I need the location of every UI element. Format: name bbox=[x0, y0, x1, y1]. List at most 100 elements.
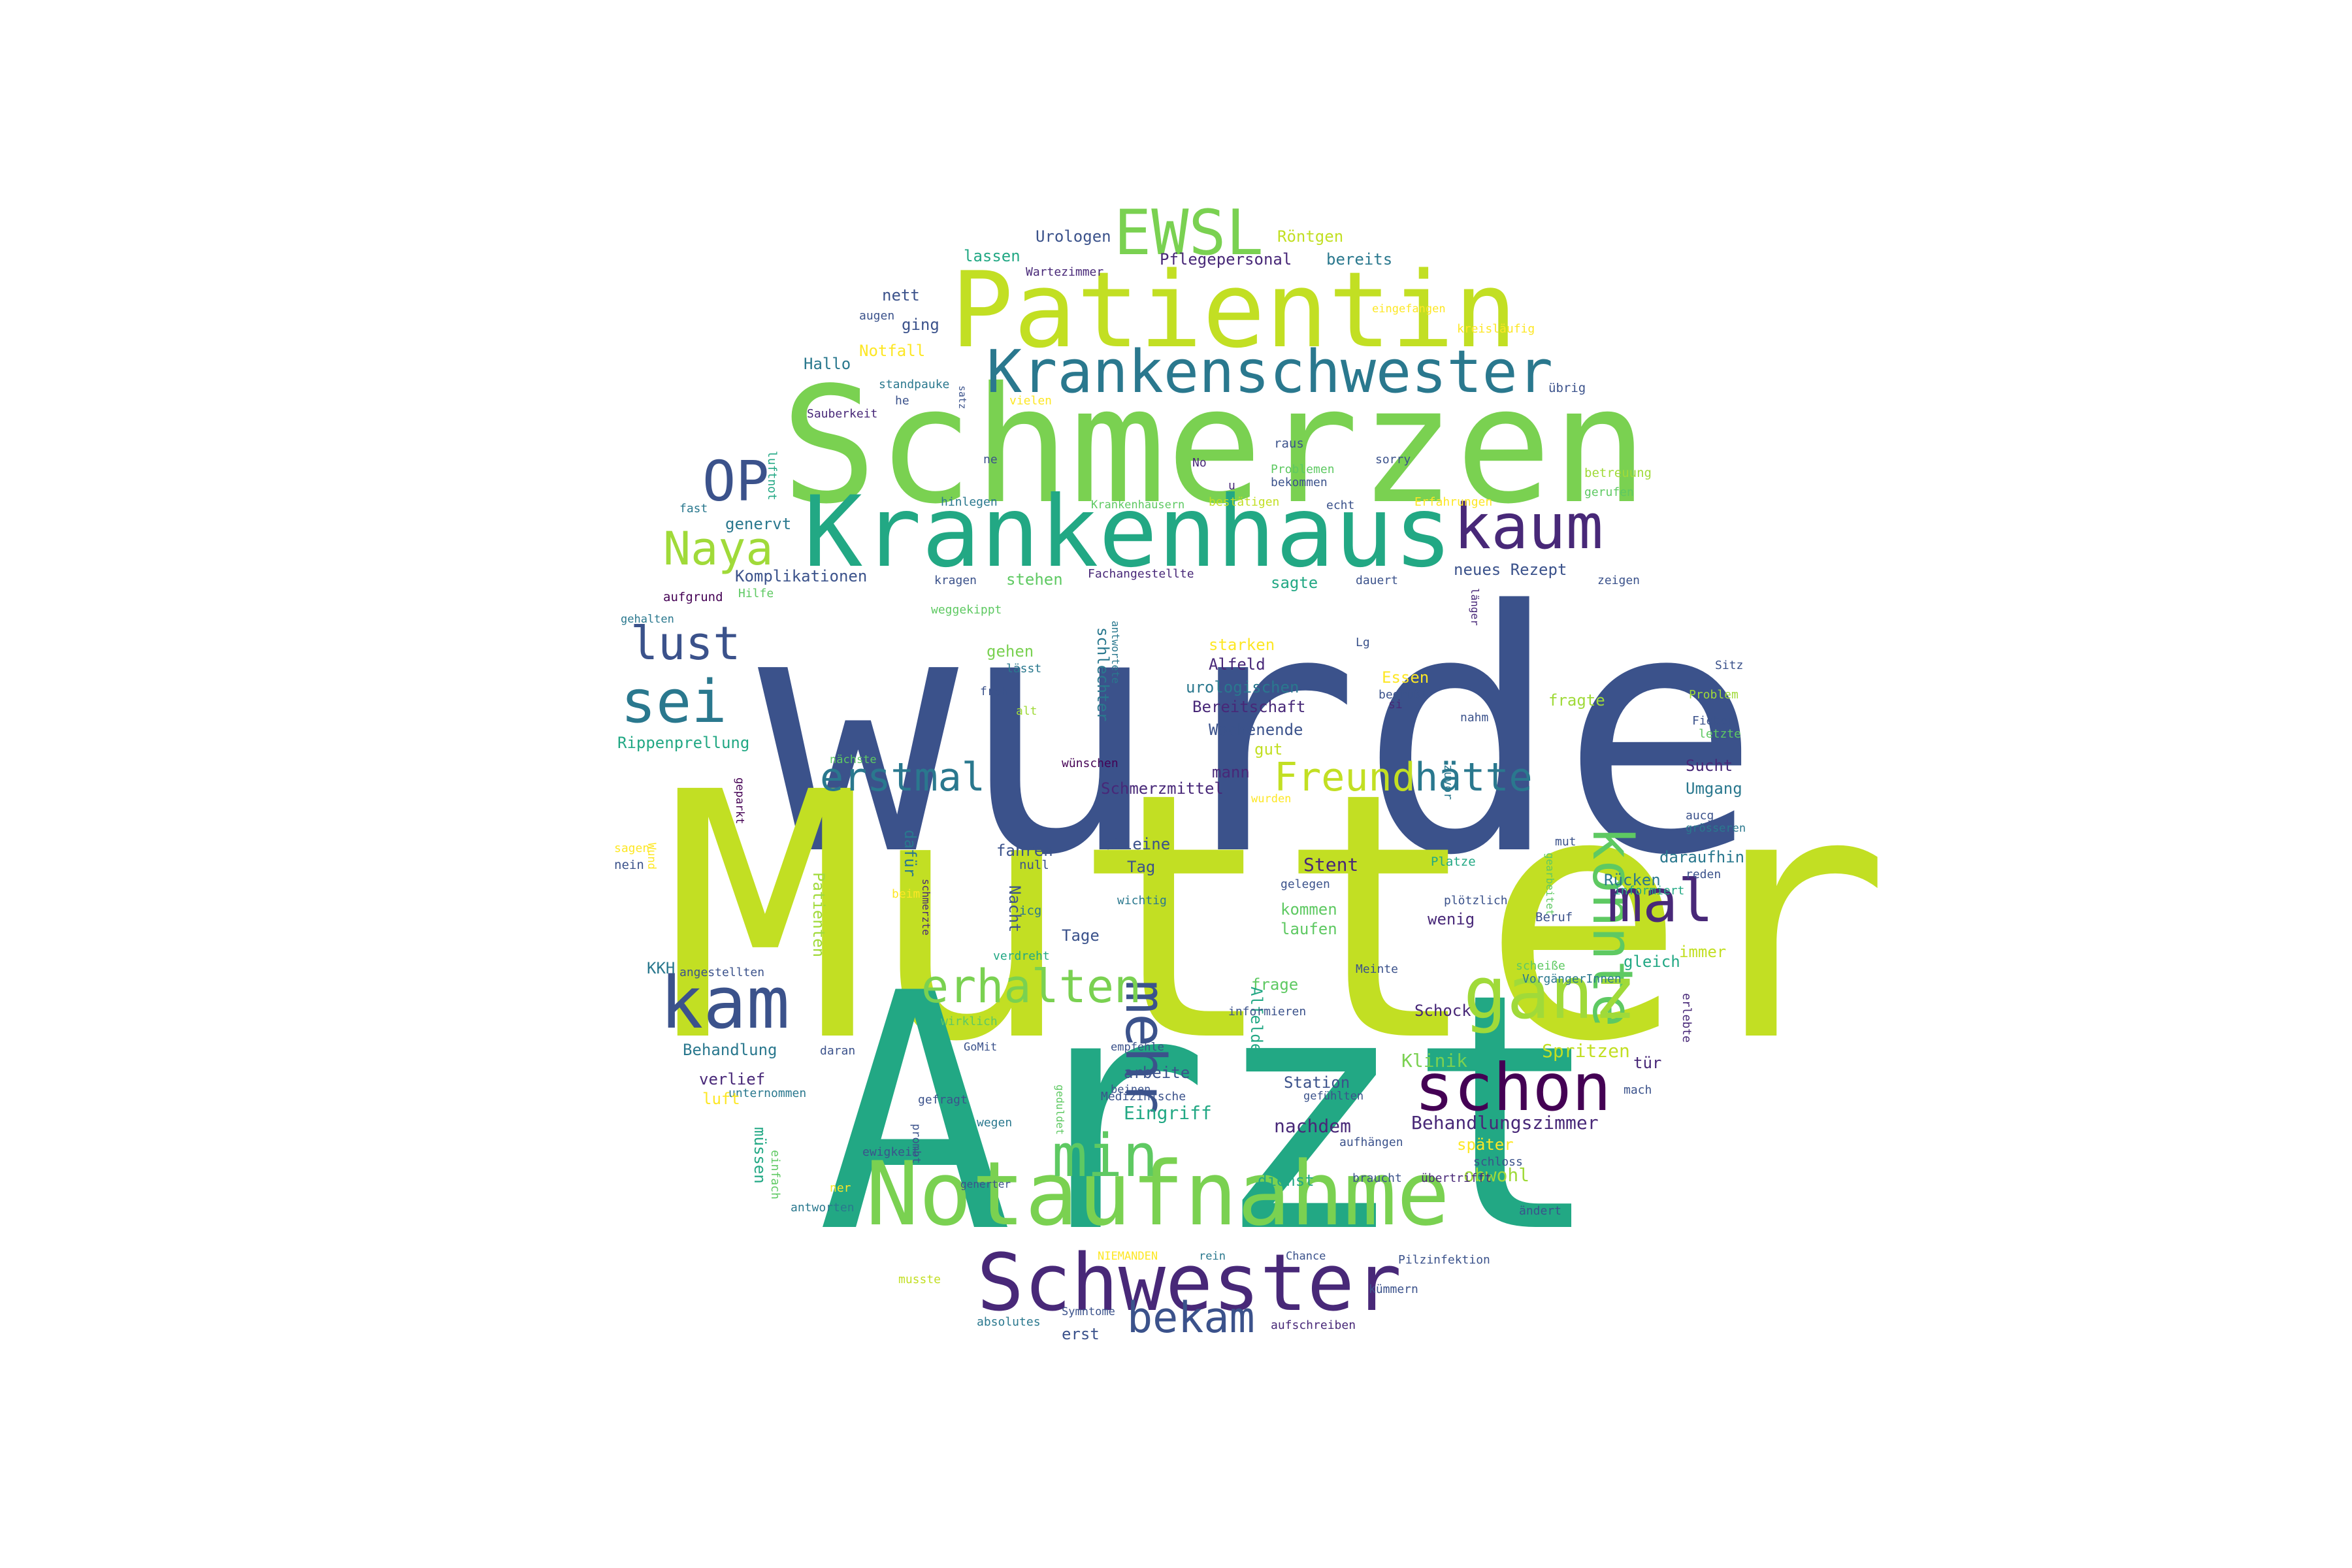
word: sorry bbox=[1375, 453, 1411, 466]
word: einfach bbox=[768, 1150, 782, 1200]
word: Fachangestellte bbox=[1088, 567, 1194, 581]
word: si bbox=[1388, 698, 1403, 711]
word: bekommen bbox=[1271, 476, 1328, 489]
word: grösseren bbox=[1686, 822, 1746, 835]
word: Sucht bbox=[1686, 757, 1733, 775]
word: weggekippt bbox=[931, 603, 1002, 617]
word: erlebte bbox=[1680, 993, 1693, 1043]
word: kreisläufig bbox=[1457, 322, 1535, 336]
word: stehen bbox=[1006, 570, 1063, 589]
word: Notfall bbox=[859, 342, 926, 360]
word: betreuung bbox=[1584, 466, 1652, 480]
word: fast bbox=[679, 502, 708, 515]
word: dauert bbox=[1356, 574, 1399, 587]
word: genervt bbox=[725, 515, 792, 533]
word: kommen bbox=[1281, 900, 1337, 919]
word: gearbeitet bbox=[1544, 853, 1556, 916]
word: he bbox=[895, 394, 909, 408]
word: luft bbox=[702, 1090, 740, 1108]
word: Tage bbox=[1062, 926, 1100, 945]
word: gut bbox=[1254, 740, 1283, 759]
word: nächste bbox=[830, 753, 877, 766]
word: wünschen bbox=[1062, 757, 1119, 770]
word: übertrifft bbox=[1421, 1171, 1492, 1185]
word: schmerzte bbox=[920, 879, 932, 936]
word: ewigkeit bbox=[862, 1145, 919, 1159]
word: Wund bbox=[645, 843, 658, 870]
word: Rippenprellung bbox=[617, 734, 750, 752]
word: ner bbox=[830, 1181, 851, 1195]
word: unternommen bbox=[728, 1086, 807, 1100]
word: Beruf bbox=[1535, 910, 1573, 924]
word: lust bbox=[630, 617, 741, 670]
word: begrüßt bbox=[1379, 688, 1428, 702]
word: Lg bbox=[1356, 636, 1370, 649]
word: dafür bbox=[901, 830, 919, 877]
word: Schock bbox=[1414, 1002, 1471, 1020]
word: empfehle bbox=[1111, 1041, 1164, 1054]
word: antworten bbox=[791, 1201, 855, 1215]
word: bereits bbox=[1326, 250, 1393, 269]
word: Sitz bbox=[1715, 659, 1744, 672]
word: Chance bbox=[1286, 1250, 1326, 1263]
word: länger bbox=[1469, 588, 1481, 626]
word: aufschreiben bbox=[1271, 1318, 1356, 1332]
word: u bbox=[1228, 479, 1235, 493]
word: Sauberkeit bbox=[807, 407, 878, 421]
word: beim bbox=[892, 887, 921, 901]
word: augen bbox=[859, 309, 895, 323]
word: ändert bbox=[1519, 1204, 1562, 1218]
word: letzte bbox=[1699, 727, 1742, 741]
word: Hilfe bbox=[738, 587, 774, 600]
word-cloud: wurde Mutter Arzt Schmerzen Krankenhaus Patie… bbox=[0, 0, 2352, 1568]
word: scheiße bbox=[1516, 959, 1565, 973]
word: urologischen bbox=[1186, 678, 1299, 696]
word: schlechter bbox=[1094, 627, 1112, 722]
word: rein bbox=[1199, 1250, 1226, 1263]
word: raus bbox=[1274, 436, 1304, 451]
word: alt bbox=[1016, 704, 1037, 718]
word: sei bbox=[621, 668, 727, 736]
word: hätte bbox=[1414, 755, 1533, 800]
word: mach bbox=[1624, 1083, 1652, 1097]
word: Komplikationen bbox=[735, 567, 868, 585]
word: absolutes bbox=[977, 1315, 1041, 1329]
word: hinlegen bbox=[941, 495, 998, 509]
word: Schmerzmittel bbox=[1101, 779, 1224, 798]
word: kragen bbox=[934, 574, 977, 587]
word: icg bbox=[1019, 904, 1042, 918]
word: geduldet bbox=[1054, 1085, 1066, 1135]
word: nein bbox=[614, 858, 644, 872]
word: Krankenhäusern bbox=[1091, 498, 1185, 512]
word: aucg bbox=[1686, 809, 1714, 823]
word: Patienten bbox=[809, 872, 828, 958]
word: geparkt bbox=[733, 777, 746, 825]
word: fragte bbox=[1548, 691, 1605, 710]
word: ne bbox=[983, 453, 998, 466]
word: mann bbox=[1212, 763, 1250, 781]
word: gehalten bbox=[621, 613, 674, 626]
word: min bbox=[1052, 1122, 1158, 1190]
word: Stent bbox=[1303, 854, 1359, 875]
word: Pilzinfektion bbox=[1398, 1253, 1490, 1267]
word: NIEMANDEN bbox=[1098, 1250, 1158, 1263]
word: gehen bbox=[987, 642, 1034, 661]
word: Wochenende bbox=[1209, 721, 1303, 739]
word: vielen bbox=[1009, 394, 1053, 408]
word: erhalten bbox=[921, 960, 1142, 1013]
word: Hallo bbox=[804, 355, 851, 373]
word: Röntgen bbox=[1277, 227, 1344, 246]
word: informieren bbox=[1228, 1005, 1307, 1019]
word: Essen bbox=[1382, 668, 1429, 687]
word: fahren bbox=[996, 841, 1053, 860]
word: Tag bbox=[1127, 858, 1156, 876]
word: nahm bbox=[1460, 711, 1489, 725]
word: eingefangen bbox=[1372, 302, 1446, 316]
word: Fieber bbox=[1692, 714, 1735, 728]
word: mut bbox=[1555, 835, 1576, 849]
word: Umgang bbox=[1686, 779, 1742, 798]
word: kümmern bbox=[1369, 1282, 1418, 1296]
word: verlief bbox=[699, 1070, 766, 1088]
word: sagte bbox=[1271, 574, 1318, 592]
word: Symntome bbox=[1062, 1305, 1115, 1318]
